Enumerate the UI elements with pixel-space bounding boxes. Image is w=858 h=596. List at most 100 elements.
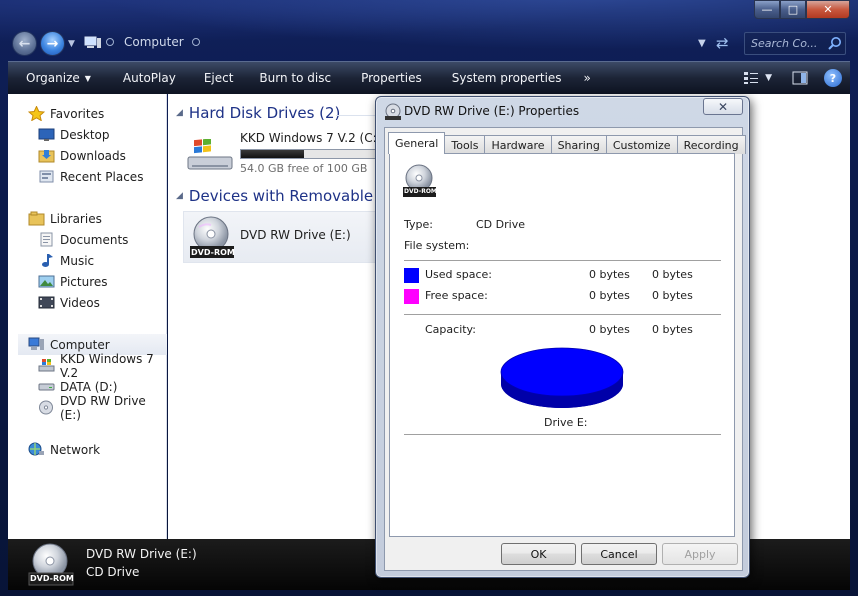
sidebar-item-music[interactable]: Music xyxy=(38,250,167,271)
ok-button[interactable]: OK xyxy=(501,543,576,565)
search-input[interactable]: Search Co... xyxy=(744,32,846,55)
sidebar-item-favorites[interactable]: Favorites xyxy=(28,103,167,124)
sidebar-item-documents[interactable]: Documents xyxy=(38,229,167,250)
free-space-size: 0 bytes xyxy=(652,289,693,302)
eject-button[interactable]: Eject xyxy=(186,62,244,95)
music-icon xyxy=(42,254,53,267)
details-drive-name: DVD RW Drive (E:) xyxy=(86,547,197,561)
recent-places-icon xyxy=(39,170,54,183)
details-drive-type: CD Drive xyxy=(86,565,140,579)
sidebar-item-desktop[interactable]: Desktop xyxy=(38,124,167,145)
collapse-arrow-icon[interactable]: ◢ xyxy=(176,108,183,118)
preview-pane-icon xyxy=(792,71,808,85)
toolbar-right: ▼ ? xyxy=(737,68,842,88)
burn-button[interactable]: Burn to disc xyxy=(243,62,341,95)
tab-general[interactable]: General xyxy=(388,132,446,154)
tab-customize[interactable]: Customize xyxy=(605,135,678,154)
address-breadcrumb[interactable]: Computer xyxy=(124,35,184,49)
view-list-icon xyxy=(744,72,759,84)
star-icon xyxy=(28,106,45,121)
sidebar-item-label: Computer xyxy=(50,337,110,352)
cancel-button[interactable]: Cancel xyxy=(581,543,657,565)
downloads-folder-icon xyxy=(38,150,55,163)
sidebar-item-label: Pictures xyxy=(60,274,108,289)
back-arrow-icon: ← xyxy=(18,35,31,52)
forward-button[interactable]: → xyxy=(40,31,65,56)
sidebar-item-recent-places[interactable]: Recent Places xyxy=(38,166,167,187)
sidebar-item-pictures[interactable]: Pictures xyxy=(38,271,167,292)
sidebar-item-videos[interactable]: Videos xyxy=(38,292,167,313)
address-separator-icon[interactable] xyxy=(192,38,200,46)
sidebar-item-label: DVD RW Drive (E:) xyxy=(60,393,146,422)
tab-recording[interactable]: Recording xyxy=(676,135,746,154)
organize-button[interactable]: Organize ▼ xyxy=(8,62,101,95)
address-row: ← → ▼ Computer ▼ ⇄ Search Co... xyxy=(10,30,848,58)
preview-pane-button[interactable] xyxy=(786,68,814,88)
dialog-close-button[interactable]: ✕ xyxy=(703,98,743,115)
system-properties-button[interactable]: System properties xyxy=(432,62,572,95)
capacity-label: Capacity: xyxy=(425,323,476,336)
windows-drive-icon xyxy=(187,139,233,170)
used-space-bytes: 0 bytes xyxy=(589,268,630,281)
type-value: CD Drive xyxy=(476,218,525,231)
drive-c-capacity-bar xyxy=(240,149,380,159)
capacity-size: 0 bytes xyxy=(652,323,693,336)
dialog-title: DVD RW Drive (E:) Properties xyxy=(404,104,580,118)
windows-drive-icon xyxy=(38,359,55,372)
sidebar-item-libraries[interactable]: Libraries xyxy=(28,208,167,229)
sidebar-item-network[interactable]: Network xyxy=(28,439,167,460)
group-header-hard-disk-drives[interactable]: ◢ Hard Disk Drives (2) xyxy=(176,104,340,122)
refresh-icon[interactable]: ⇄ xyxy=(716,34,729,52)
libraries-icon xyxy=(28,211,45,226)
sidebar-item-label: Documents xyxy=(60,232,129,247)
autoplay-button[interactable]: AutoPlay xyxy=(101,62,186,95)
command-bar: Organize ▼ AutoPlay Eject Burn to disc P… xyxy=(8,61,850,94)
search-placeholder: Search Co... xyxy=(751,37,818,50)
change-view-button[interactable] xyxy=(737,68,765,88)
properties-dialog: DVD RW Drive (E:) Properties ✕ General T… xyxy=(375,96,750,578)
properties-button[interactable]: Properties xyxy=(341,62,432,95)
divider xyxy=(404,314,721,315)
network-icon xyxy=(28,442,44,456)
dvd-drive-item[interactable]: DVD-ROM DVD RW Drive (E:) xyxy=(183,211,393,263)
hard-drive-icon xyxy=(38,383,55,391)
used-space-size: 0 bytes xyxy=(652,268,693,281)
divider xyxy=(404,260,721,261)
general-tab-page: DVD-ROM Type: CD Drive File system: Used… xyxy=(389,153,735,537)
collapse-arrow-icon[interactable]: ◢ xyxy=(176,191,183,201)
tab-hardware[interactable]: Hardware xyxy=(484,135,552,154)
tab-sharing[interactable]: Sharing xyxy=(550,135,607,154)
sidebar-item-label: Music xyxy=(60,253,95,268)
recent-pages-dropdown-icon[interactable]: ▼ xyxy=(68,39,75,49)
sidebar-item-downloads[interactable]: Downloads xyxy=(38,145,167,166)
view-options-caret-icon[interactable]: ▼ xyxy=(765,73,772,83)
sidebar-item-label: Videos xyxy=(60,295,100,310)
drive-c-free-space: 54.0 GB free of 100 GB xyxy=(240,162,368,175)
more-commands-button[interactable]: » xyxy=(572,62,601,95)
tab-tools[interactable]: Tools xyxy=(444,135,486,154)
dvd-rom-badge: DVD-ROM xyxy=(30,574,74,583)
group-divider xyxy=(336,115,376,116)
sidebar-item-drive-e[interactable]: DVD RW Drive (E:) xyxy=(38,394,167,422)
free-space-bytes: 0 bytes xyxy=(589,289,630,302)
maximize-button[interactable]: □ xyxy=(780,0,806,19)
address-dropdown-icon[interactable]: ▼ xyxy=(698,38,706,49)
search-icon[interactable] xyxy=(827,36,842,51)
close-button[interactable]: ✕ xyxy=(806,0,850,19)
apply-button[interactable]: Apply xyxy=(662,543,738,565)
drive-letter-label: Drive E: xyxy=(544,416,588,429)
capacity-bytes: 0 bytes xyxy=(589,323,630,336)
dialog-tabs: General Tools Hardware Sharing Customize… xyxy=(388,132,746,154)
group-header-removable-storage[interactable]: ◢ Devices with Removable Sto xyxy=(176,187,403,205)
group-header-label: Hard Disk Drives (2) xyxy=(188,104,341,122)
sidebar-item-drive-c[interactable]: KKD Windows 7 V.2 xyxy=(38,352,167,380)
sidebar-item-label: Recent Places xyxy=(60,169,144,184)
divider xyxy=(404,434,721,435)
minimize-button[interactable]: — xyxy=(754,0,780,19)
dialog-body: General Tools Hardware Sharing Customize… xyxy=(384,127,746,571)
help-icon[interactable]: ? xyxy=(824,69,842,87)
back-button[interactable]: ← xyxy=(12,31,37,56)
drive-c-capacity-fill xyxy=(241,150,305,158)
sidebar-item-label: DATA (D:) xyxy=(60,379,118,394)
used-space-label: Used space: xyxy=(425,268,493,281)
